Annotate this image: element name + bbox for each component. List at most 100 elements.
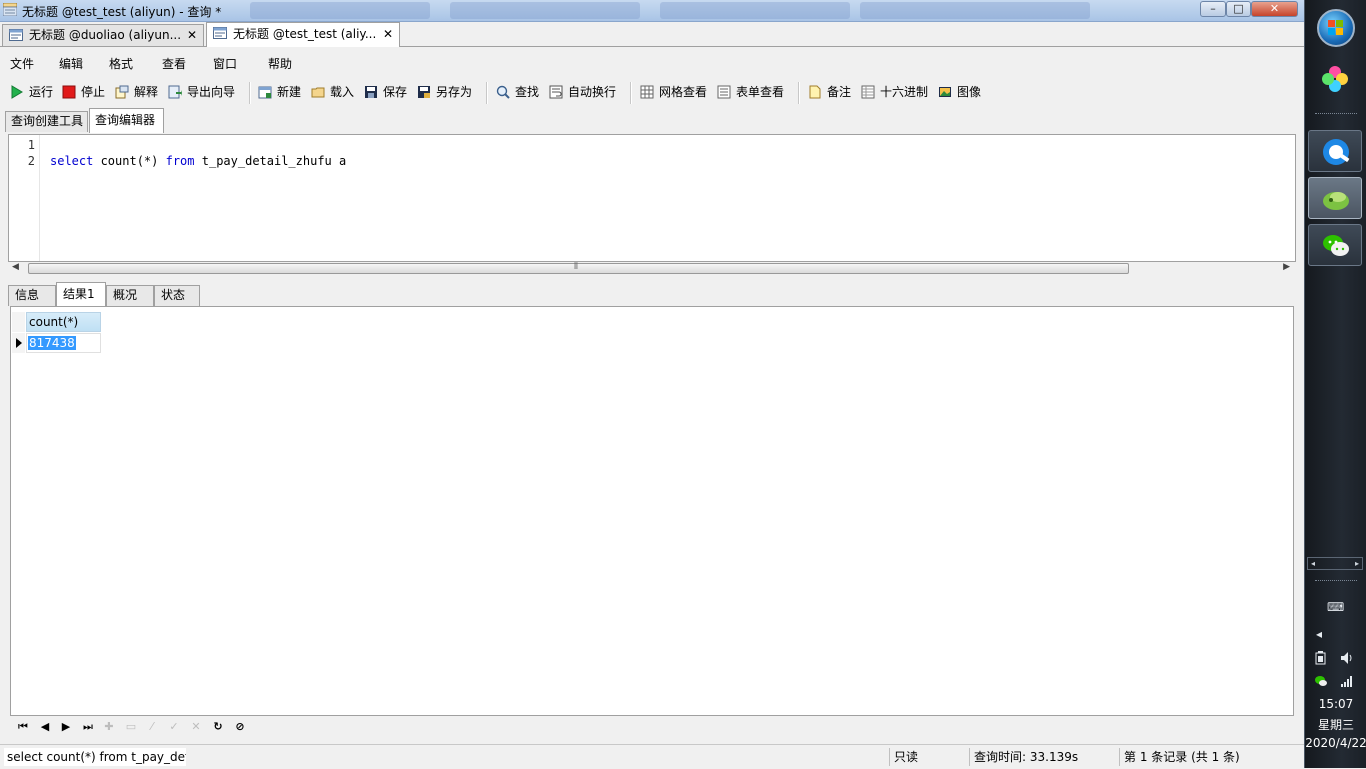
- form-icon: [717, 85, 731, 99]
- prev-record-button[interactable]: ◀: [37, 719, 53, 735]
- menu-file[interactable]: 文件: [10, 55, 34, 72]
- load-button[interactable]: 载入: [311, 82, 354, 102]
- navicat-icon: [1323, 192, 1349, 210]
- start-button[interactable]: [1317, 9, 1355, 47]
- background-window-ghost: [250, 2, 430, 19]
- window-title: 无标题 @test_test (aliyun) - 查询 *: [22, 5, 222, 19]
- column-header[interactable]: count(*): [26, 312, 101, 332]
- discard-changes-button[interactable]: ✕: [188, 719, 204, 735]
- doc-tab-duoliao[interactable]: 无标题 @duoliao (aliyun... ✕: [2, 24, 204, 46]
- taskbar-grip: [1315, 113, 1357, 117]
- maximize-button[interactable]: □: [1226, 1, 1251, 17]
- explain-icon: [115, 85, 129, 99]
- current-row-icon: [16, 338, 22, 348]
- play-icon: [11, 85, 23, 99]
- keyboard-icon[interactable]: ⌨: [1327, 600, 1344, 614]
- refresh-button[interactable]: ↻: [210, 719, 226, 735]
- line-number-gutter: 1 2: [9, 135, 40, 261]
- grid-cell[interactable]: 817438: [26, 333, 101, 353]
- apply-changes-button[interactable]: ✓: [166, 719, 182, 735]
- word-wrap-icon: [549, 85, 563, 99]
- run-button[interactable]: 运行: [10, 82, 53, 102]
- sql-editor[interactable]: 1 2 select count(*) from t_pay_detail_zh…: [8, 134, 1296, 262]
- word-wrap-button[interactable]: 自动换行: [549, 82, 616, 102]
- close-button[interactable]: ✕: [1251, 1, 1298, 17]
- tab-status[interactable]: 状态: [154, 285, 200, 306]
- windows-logo-icon: [1328, 20, 1343, 35]
- clock-date[interactable]: 2020/4/22: [1305, 736, 1366, 750]
- menu-help[interactable]: 帮助: [268, 55, 292, 72]
- stop-query-button[interactable]: ⊘: [232, 719, 248, 735]
- volume-icon[interactable]: [1339, 651, 1355, 665]
- minimize-button[interactable]: –: [1200, 1, 1226, 17]
- taskbar-app-navicat[interactable]: [1308, 177, 1362, 219]
- hex-button[interactable]: 十六进制: [861, 82, 928, 102]
- menu-bar: 文件 编辑 格式 查看 窗口 帮助: [0, 50, 1304, 74]
- clock-time[interactable]: 15:07: [1305, 697, 1366, 711]
- network-icon[interactable]: [1339, 674, 1355, 688]
- background-window-ghost: [660, 2, 850, 19]
- save-icon: [365, 86, 377, 98]
- clock-weekday[interactable]: 星期三: [1305, 716, 1366, 733]
- doc-tab-test-test[interactable]: 无标题 @test_test (aliy... ✕: [206, 22, 400, 47]
- export-wizard-button[interactable]: 导出向导: [168, 82, 235, 102]
- last-record-button[interactable]: ⏭: [80, 719, 96, 735]
- menu-window[interactable]: 窗口: [213, 55, 237, 72]
- toolbar-separator: [486, 82, 488, 104]
- power-icon[interactable]: [1313, 651, 1329, 665]
- scroll-left-icon[interactable]: ◀: [12, 262, 19, 272]
- wechat-tray-icon[interactable]: [1313, 674, 1329, 688]
- editor-horizontal-scrollbar[interactable]: ◀ ⦀ ▶: [8, 262, 1296, 275]
- scroll-left-icon[interactable]: ◂: [1311, 559, 1315, 568]
- tab-profile[interactable]: 概况: [106, 285, 154, 306]
- grid-view-button[interactable]: 网格查看: [640, 82, 707, 102]
- background-window-ghost: [860, 2, 1090, 19]
- scroll-right-icon[interactable]: ▶: [1283, 262, 1290, 272]
- stop-button[interactable]: 停止: [62, 82, 105, 102]
- row-indicator[interactable]: [12, 333, 25, 353]
- sql-keyword: select: [50, 154, 94, 168]
- code-line[interactable]: select count(*) from t_pay_detail_zhufu …: [50, 154, 346, 168]
- edit-record-button[interactable]: ⁄: [144, 719, 160, 735]
- menu-edit[interactable]: 编辑: [59, 55, 83, 72]
- tab-query-builder[interactable]: 查询创建工具: [5, 111, 88, 132]
- hex-icon: [861, 85, 875, 99]
- pinwheel-app-icon: [1322, 66, 1348, 92]
- menu-format[interactable]: 格式: [109, 55, 133, 72]
- first-record-button[interactable]: ⏮: [15, 719, 31, 735]
- doc-tab-label: 无标题 @test_test (aliy...: [233, 27, 377, 41]
- menu-view[interactable]: 查看: [162, 55, 186, 72]
- tab-query-editor[interactable]: 查询编辑器: [89, 108, 164, 133]
- save-button[interactable]: 保存: [364, 82, 407, 102]
- image-button[interactable]: 图像: [938, 82, 981, 102]
- record-navigator: ⏮ ◀ ▶ ⏭ ✚ ▭ ⁄ ✓ ✕ ↻ ⊘: [10, 716, 1294, 738]
- grid-icon: [640, 85, 654, 99]
- taskbar-app-browser[interactable]: [1308, 130, 1362, 172]
- search-icon: [496, 85, 510, 99]
- browser-icon: [1323, 139, 1351, 165]
- title-bar: 无标题 @test_test (aliyun) - 查询 * – □ ✕: [0, 0, 1304, 22]
- close-icon[interactable]: ✕: [383, 23, 393, 45]
- memo-button[interactable]: 备注: [808, 82, 851, 102]
- new-button[interactable]: 新建: [258, 82, 301, 102]
- database-icon: [3, 3, 17, 16]
- taskbar-app-pinwheel[interactable]: [1308, 58, 1362, 100]
- find-button[interactable]: 查找: [496, 82, 539, 102]
- add-record-button[interactable]: ✚: [101, 719, 117, 735]
- form-view-button[interactable]: 表单查看: [717, 82, 784, 102]
- scroll-right-icon[interactable]: ▸: [1355, 559, 1359, 568]
- tray-scroll-bar[interactable]: ◂ ▸: [1307, 557, 1363, 570]
- tab-info[interactable]: 信息: [8, 285, 56, 306]
- scroll-thumb[interactable]: ⦀: [28, 262, 1129, 274]
- explain-button[interactable]: 解释: [115, 82, 158, 102]
- line-number: 1: [27, 138, 35, 152]
- tab-result1[interactable]: 结果1: [56, 282, 106, 307]
- delete-record-button[interactable]: ▭: [123, 719, 139, 735]
- save-as-button[interactable]: 另存为: [417, 82, 472, 102]
- results-grid: count(*) 817438: [10, 306, 1294, 716]
- close-icon[interactable]: ✕: [187, 25, 197, 45]
- next-record-button[interactable]: ▶: [58, 719, 74, 735]
- cell-value: 817438: [28, 336, 76, 350]
- taskbar-app-wechat[interactable]: [1308, 224, 1362, 266]
- show-hidden-icons-icon[interactable]: ◂: [1311, 627, 1327, 641]
